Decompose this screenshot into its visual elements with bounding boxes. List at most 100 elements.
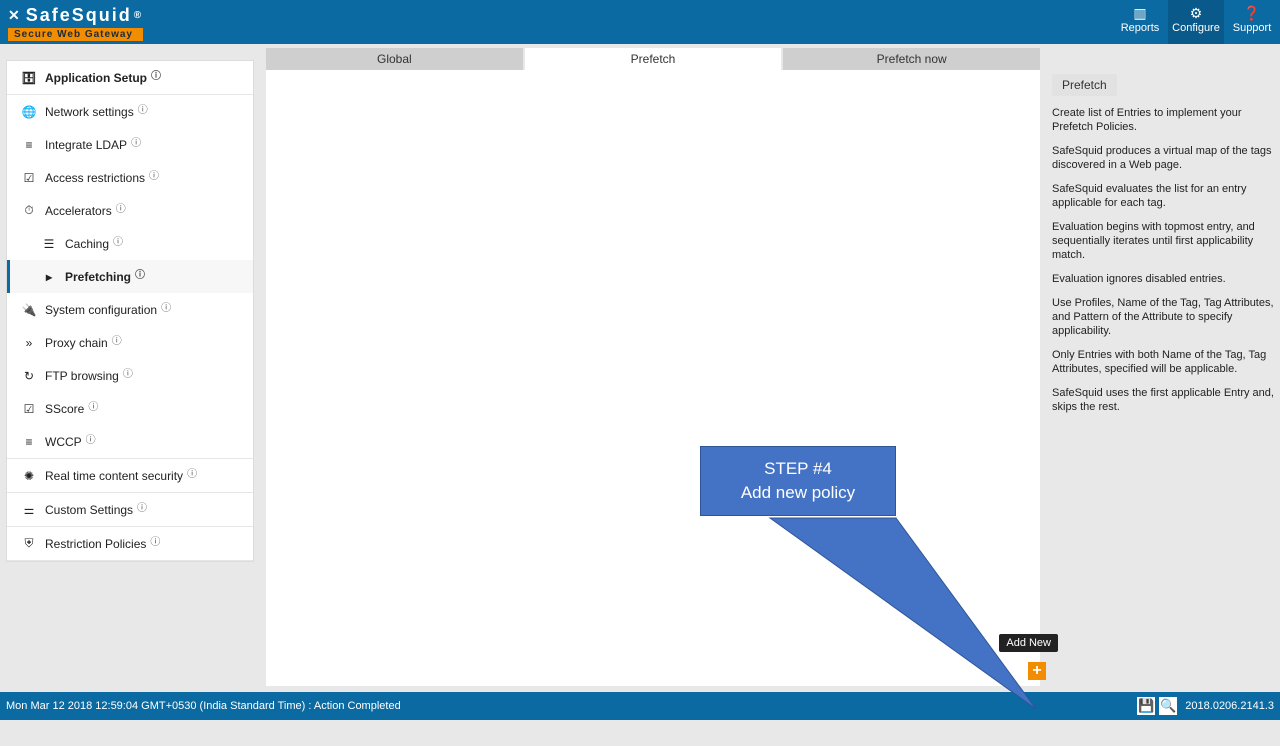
statusbar: Mon Mar 12 2018 12:59:04 GMT+0530 (India… — [0, 692, 1280, 720]
sidebar-item-label: Real time content security — [45, 469, 183, 483]
check-icon: ☑ — [21, 171, 37, 185]
sidebar-item-label: System configuration — [45, 303, 157, 317]
plus-icon: + — [1032, 662, 1041, 679]
info-text: SafeSquid uses the first applicable Entr… — [1052, 386, 1276, 414]
info-icon: ⓘ — [187, 465, 197, 480]
briefcase-icon: 🗄 — [21, 71, 37, 85]
sidebar-access-restrictions[interactable]: ☑ Access restrictions ⓘ — [7, 161, 253, 194]
brand-logo: ✕ SafeSquid ® Secure Web Gateway — [0, 0, 151, 44]
fast-forward-icon: » — [21, 336, 37, 350]
sidebar-item-label: Caching — [65, 237, 109, 251]
sidebar-item-label: Custom Settings — [45, 503, 133, 517]
brand-registered: ® — [134, 10, 143, 21]
sidebar-accelerators[interactable]: ⏱ Accelerators ⓘ — [7, 194, 253, 227]
topnav-support-label: Support — [1224, 22, 1280, 34]
info-icon: ⓘ — [149, 167, 159, 182]
info-icon: ⓘ — [88, 398, 98, 413]
info-icon: ⓘ — [131, 134, 141, 149]
add-new-tooltip: Add New — [999, 634, 1058, 652]
info-icon: ⓘ — [86, 431, 96, 446]
tab-prefetch-now[interactable]: Prefetch now — [783, 48, 1040, 70]
info-icon: ⓘ — [123, 365, 133, 380]
chart-icon: ▥ — [1112, 6, 1168, 20]
annotation-box: STEP #4 Add new policy — [700, 446, 896, 516]
sidebar-item-label: Restriction Policies — [45, 537, 146, 551]
gears-icon: ⚙ — [1168, 6, 1224, 20]
annotation-line1: STEP #4 — [707, 457, 889, 481]
sidebar-realtime-content-security[interactable]: ✺ Real time content security ⓘ — [7, 459, 253, 492]
list-icon: ≡ — [21, 138, 37, 152]
shield-icon: ⛨ — [21, 536, 37, 551]
sidebar-item-label: Integrate LDAP — [45, 138, 127, 152]
main-content — [266, 70, 1040, 686]
refresh-icon: ↻ — [21, 369, 37, 383]
tab-global[interactable]: Global — [266, 48, 525, 70]
sidebar-prefetching[interactable]: ▸ Prefetching ⓘ — [7, 260, 253, 293]
annotation-line2: Add new policy — [707, 481, 889, 505]
sidebar-item-label: Proxy chain — [45, 336, 108, 350]
sidebar-network-settings[interactable]: 🌐 Network settings ⓘ — [7, 95, 253, 128]
sidebar-item-label: SScore — [45, 402, 84, 416]
sidebar-caching[interactable]: ☰ Caching ⓘ — [7, 227, 253, 260]
sidebar-item-label: FTP browsing — [45, 369, 119, 383]
bug-icon: ✺ — [21, 469, 37, 483]
info-icon: ⓘ — [161, 299, 171, 314]
sidebar-item-label: Application Setup — [45, 71, 147, 85]
info-text: Evaluation begins with topmost entry, an… — [1052, 220, 1276, 262]
topnav-reports[interactable]: ▥ Reports — [1112, 0, 1168, 44]
add-new-button[interactable]: + — [1028, 662, 1046, 680]
brand-name: SafeSquid — [26, 5, 132, 26]
plug-icon: 🔌 — [21, 303, 37, 317]
topnav: ▥ Reports ⚙ Configure ❓ Support — [1112, 0, 1280, 44]
brand-tagline: Secure Web Gateway — [8, 28, 143, 41]
info-text: Use Profiles, Name of the Tag, Tag Attri… — [1052, 296, 1276, 338]
sidebar-integrate-ldap[interactable]: ≡ Integrate LDAP ⓘ — [7, 128, 253, 161]
version-text: 2018.0206.2141.3 — [1185, 700, 1274, 712]
topnav-reports-label: Reports — [1112, 22, 1168, 34]
tabs: Global Prefetch Prefetch now — [266, 48, 1040, 70]
save-button[interactable]: 💾 — [1137, 697, 1155, 715]
tab-prefetch[interactable]: Prefetch — [525, 48, 784, 70]
info-icon: ⓘ — [112, 332, 122, 347]
gauge-icon: ⏱ — [21, 203, 37, 218]
sidebar-restriction-policies[interactable]: ⛨ Restriction Policies ⓘ — [7, 527, 253, 560]
help-icon: ❓ — [1224, 6, 1280, 20]
sidebar-item-label: Accelerators — [45, 204, 112, 218]
sidebar-sscore[interactable]: ☑ SScore ⓘ — [7, 392, 253, 425]
search-button[interactable]: 🔍 — [1159, 697, 1177, 715]
info-text: Only Entries with both Name of the Tag, … — [1052, 348, 1276, 376]
sidebar-proxy-chain[interactable]: » Proxy chain ⓘ — [7, 326, 253, 359]
status-text: Mon Mar 12 2018 12:59:04 GMT+0530 (India… — [6, 700, 1133, 712]
sidebar-wccp[interactable]: ≡ WCCP ⓘ — [7, 425, 253, 458]
check-icon: ☑ — [21, 402, 37, 416]
info-icon: ⓘ — [138, 101, 148, 116]
sidebar-app-setup[interactable]: 🗄 Application Setup ⓘ — [7, 61, 253, 94]
sidebar-item-label: Network settings — [45, 105, 134, 119]
annotation-callout: STEP #4 Add new policy — [700, 446, 896, 516]
sidebar-item-label: WCCP — [45, 435, 82, 449]
forward-icon: ▸ — [41, 270, 57, 284]
stack-icon: ☰ — [41, 237, 57, 251]
info-text: Create list of Entries to implement your… — [1052, 106, 1276, 134]
info-icon: ⓘ — [151, 67, 161, 82]
topnav-configure[interactable]: ⚙ Configure — [1168, 0, 1224, 44]
info-text: SafeSquid produces a virtual map of the … — [1052, 144, 1276, 172]
topbar: ✕ SafeSquid ® Secure Web Gateway ▥ Repor… — [0, 0, 1280, 44]
info-panel: Prefetch Create list of Entries to imple… — [1046, 70, 1280, 424]
tools-icon: ✕ — [8, 7, 22, 24]
info-icon: ⓘ — [150, 533, 160, 548]
sidebar-item-label: Prefetching — [65, 270, 131, 284]
info-icon: ⓘ — [113, 233, 123, 248]
info-icon: ⓘ — [116, 200, 126, 215]
sidebar-custom-settings[interactable]: ⚌ Custom Settings ⓘ — [7, 493, 253, 526]
sidebar-item-label: Access restrictions — [45, 171, 145, 185]
sidebar-ftp-browsing[interactable]: ↻ FTP browsing ⓘ — [7, 359, 253, 392]
info-icon: ⓘ — [135, 266, 145, 281]
sliders-icon: ⚌ — [21, 503, 37, 517]
topnav-support[interactable]: ❓ Support — [1224, 0, 1280, 44]
list-icon: ≡ — [21, 435, 37, 449]
search-icon: 🔍 — [1160, 698, 1176, 713]
info-icon: ⓘ — [137, 499, 147, 514]
info-text: Evaluation ignores disabled entries. — [1052, 272, 1276, 286]
sidebar-system-configuration[interactable]: 🔌 System configuration ⓘ — [7, 293, 253, 326]
